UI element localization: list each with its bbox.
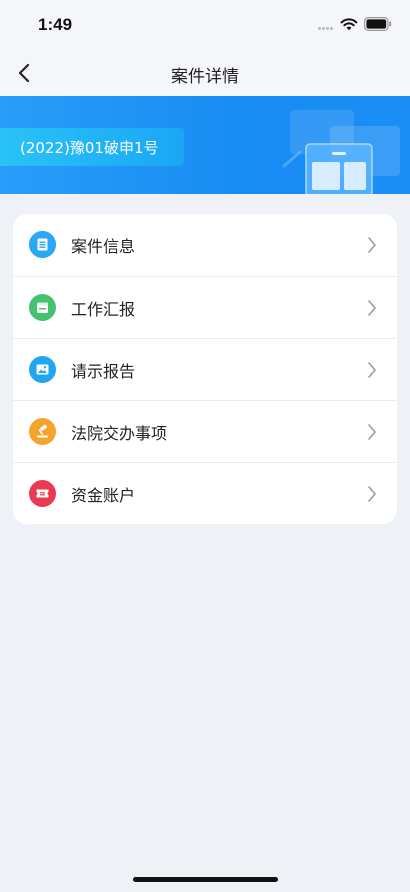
menu-item-label: 工作汇报 xyxy=(71,300,136,319)
nav-bar: 案件详情 xyxy=(0,50,410,96)
menu-item-label: 请示报告 xyxy=(71,362,136,381)
menu-item-label: 案件信息 xyxy=(71,237,136,256)
document-list-icon xyxy=(29,231,56,258)
folder-illustration-icon xyxy=(282,110,400,194)
battery-icon xyxy=(364,17,392,31)
page-title: 案件详情 xyxy=(171,67,239,87)
chevron-right-icon xyxy=(368,237,376,253)
menu-item-case-info[interactable]: 案件信息 xyxy=(13,214,397,276)
menu-item-label: 法院交办事项 xyxy=(71,424,168,443)
status-time: 1:49 xyxy=(38,15,73,34)
gavel-icon xyxy=(29,418,56,445)
menu-card: 案件信息 工作汇报 请示报告 法院交办事项 资金账户 xyxy=(13,214,397,524)
menu-item-request-report[interactable]: 请示报告 xyxy=(13,338,397,400)
status-bar: 1:49 xyxy=(0,0,410,50)
chevron-right-icon xyxy=(368,486,376,502)
wifi-icon xyxy=(340,18,358,31)
menu-item-court-assignments[interactable]: 法院交办事项 xyxy=(13,400,397,462)
calendar-icon xyxy=(29,294,56,321)
signal-dots-icon xyxy=(318,27,336,31)
home-indicator xyxy=(133,877,278,882)
chevron-right-icon xyxy=(368,362,376,378)
menu-item-fund-account[interactable]: 资金账户 xyxy=(13,462,397,524)
case-number-tag: (2022)豫01破申1号 xyxy=(0,128,184,166)
case-number: (2022)豫01破申1号 xyxy=(20,139,159,157)
chevron-right-icon xyxy=(368,300,376,316)
ticket-icon xyxy=(29,480,56,507)
chevron-right-icon xyxy=(368,424,376,440)
menu-item-work-report[interactable]: 工作汇报 xyxy=(13,276,397,338)
image-report-icon xyxy=(29,356,56,383)
case-banner: (2022)豫01破申1号 xyxy=(0,96,410,194)
menu-item-label: 资金账户 xyxy=(71,486,136,505)
